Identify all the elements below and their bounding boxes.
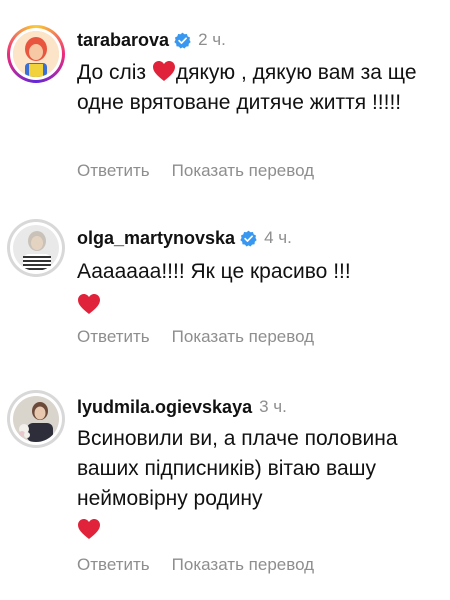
- comment-item: lyudmila.ogievskaya 3 ч. Всиновили ви, а…: [0, 370, 450, 600]
- username[interactable]: olga_martynovska: [77, 227, 235, 249]
- username[interactable]: lyudmila.ogievskaya: [77, 396, 252, 418]
- show-translation-button[interactable]: Показать перевод: [172, 327, 314, 347]
- comment-text: Ааааааа!!!! Як це красиво !!!: [77, 257, 437, 321]
- avatar-image: [13, 31, 59, 77]
- timestamp: 2 ч.: [198, 30, 226, 49]
- timestamp: 4 ч.: [264, 228, 292, 247]
- avatar-image: [13, 225, 59, 271]
- show-translation-button[interactable]: Показать перевод: [172, 161, 314, 181]
- verified-badge-icon: [240, 230, 257, 246]
- timestamp: 3 ч.: [259, 397, 287, 416]
- avatar[interactable]: [7, 390, 65, 448]
- comment-item: olga_martynovska 4 ч. Ааааааа!!!! Як це …: [0, 195, 450, 370]
- avatar[interactable]: [7, 219, 65, 277]
- comment-text: Всиновили ви, а плаче половина ваших під…: [77, 424, 437, 546]
- heart-icon: [78, 519, 100, 539]
- reply-button[interactable]: Ответить: [77, 327, 150, 347]
- comment-text: До сліз дякую , дякую вам за ще одне вря…: [77, 61, 417, 114]
- avatar-image: [13, 396, 59, 442]
- avatar[interactable]: [7, 25, 65, 83]
- reply-button[interactable]: Ответить: [77, 555, 150, 575]
- heart-icon: [152, 61, 175, 81]
- comment-item: tarabarova 2 ч. До сліз дякую , дякую ва…: [0, 0, 450, 195]
- verified-badge-icon: [174, 32, 191, 48]
- heart-icon: [78, 294, 100, 314]
- reply-button[interactable]: Ответить: [77, 161, 150, 181]
- username[interactable]: tarabarova: [77, 29, 169, 51]
- show-translation-button[interactable]: Показать перевод: [172, 555, 314, 575]
